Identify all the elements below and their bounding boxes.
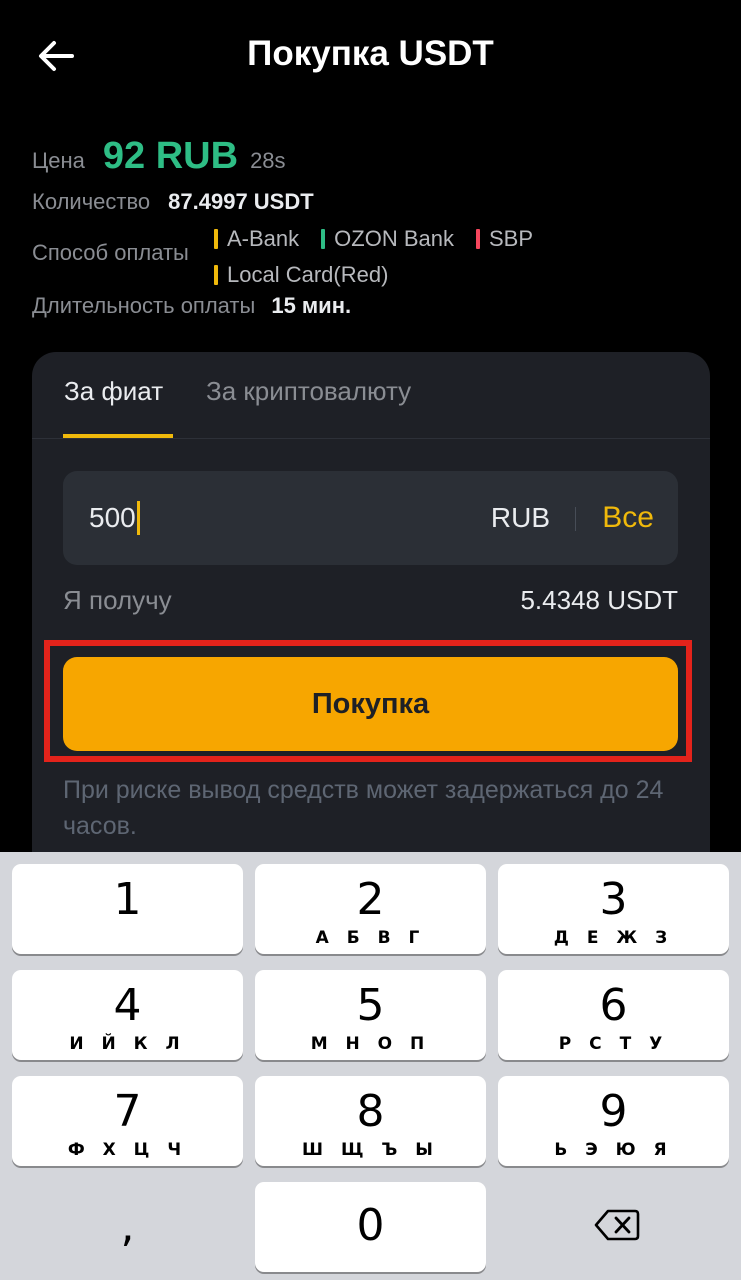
divider xyxy=(575,507,576,531)
key-3[interactable]: 3 Д Е Ж З xyxy=(498,864,729,954)
payment-methods: A-Bank OZON Bank SBP Local Card(Red) xyxy=(214,221,594,293)
key-comma[interactable]: , xyxy=(12,1182,243,1272)
payment-method-ozon-bank: OZON Bank xyxy=(321,221,454,257)
payment-method-label: Способ оплаты xyxy=(32,240,189,265)
buy-button[interactable]: Покупка xyxy=(63,657,678,751)
price-label: Цена xyxy=(32,148,85,173)
active-tab-indicator xyxy=(63,434,173,438)
payment-method-sbp: SBP xyxy=(475,221,533,257)
key-8[interactable]: 8 Ш Щ Ъ Ы xyxy=(255,1076,486,1166)
key-9[interactable]: 9 Ь Э Ю Я xyxy=(498,1076,729,1166)
amount-value: 500 xyxy=(89,502,136,533)
key-delete[interactable] xyxy=(498,1182,729,1272)
duration-value: 15 мин. xyxy=(271,293,352,318)
receive-value: 5.4348 USDT xyxy=(520,585,678,615)
header: Покупка USDT xyxy=(0,0,741,112)
quantity-value: 87.4997 USDT xyxy=(168,189,314,214)
risk-note: При риске вывод средств может задержатьс… xyxy=(63,776,664,840)
payment-method-a-bank: A-Bank xyxy=(214,221,299,257)
payment-method-local-card: Local Card(Red) xyxy=(214,257,388,293)
quantity-label: Количество xyxy=(32,189,151,214)
text-caret xyxy=(136,501,140,535)
duration-row: Длительность оплаты 15 мин. xyxy=(32,293,351,319)
tab-fiat[interactable]: За фиат xyxy=(64,376,163,407)
key-7[interactable]: 7 Ф Х Ц Ч xyxy=(12,1076,243,1166)
duration-label: Длительность оплаты xyxy=(32,293,256,318)
page-title: Покупка USDT xyxy=(247,34,494,73)
method-color-bar xyxy=(214,265,218,285)
amount-currency: RUB xyxy=(490,502,550,533)
key-1[interactable]: 1 xyxy=(12,864,243,954)
key-0[interactable]: 0 xyxy=(255,1182,486,1272)
amount-field[interactable]: 500 RUB Все xyxy=(63,471,678,565)
key-4[interactable]: 4 И Й К Л xyxy=(12,970,243,1060)
price-timer: 28s xyxy=(250,148,286,173)
receive-label: Я получу xyxy=(63,585,172,615)
backspace-icon xyxy=(594,1209,640,1241)
method-color-bar xyxy=(475,229,480,249)
method-color-bar xyxy=(321,229,326,249)
key-6[interactable]: 6 Р С Т У xyxy=(498,970,729,1060)
tab-bar: За фиат За криптовалюту xyxy=(32,352,710,439)
key-5[interactable]: 5 М Н О П xyxy=(255,970,486,1060)
all-button[interactable]: Все xyxy=(602,501,654,535)
method-color-bar xyxy=(214,229,218,249)
quantity-row: Количество 87.4997 USDT xyxy=(32,189,314,215)
tab-crypto[interactable]: За криптовалюту xyxy=(206,376,411,407)
key-2[interactable]: 2 А Б В Г xyxy=(255,864,486,954)
order-card: За фиат За криптовалюту 500 RUB Все Я по… xyxy=(32,352,710,892)
price-value: 92 RUB xyxy=(102,135,239,177)
price-row: Цена 92 RUB 28s xyxy=(32,135,286,178)
amount-input[interactable]: 500 xyxy=(89,501,140,535)
numeric-keyboard: 1 2 А Б В Г 3 Д Е Ж З 4 И Й К Л 5 М Н О … xyxy=(0,852,741,1280)
